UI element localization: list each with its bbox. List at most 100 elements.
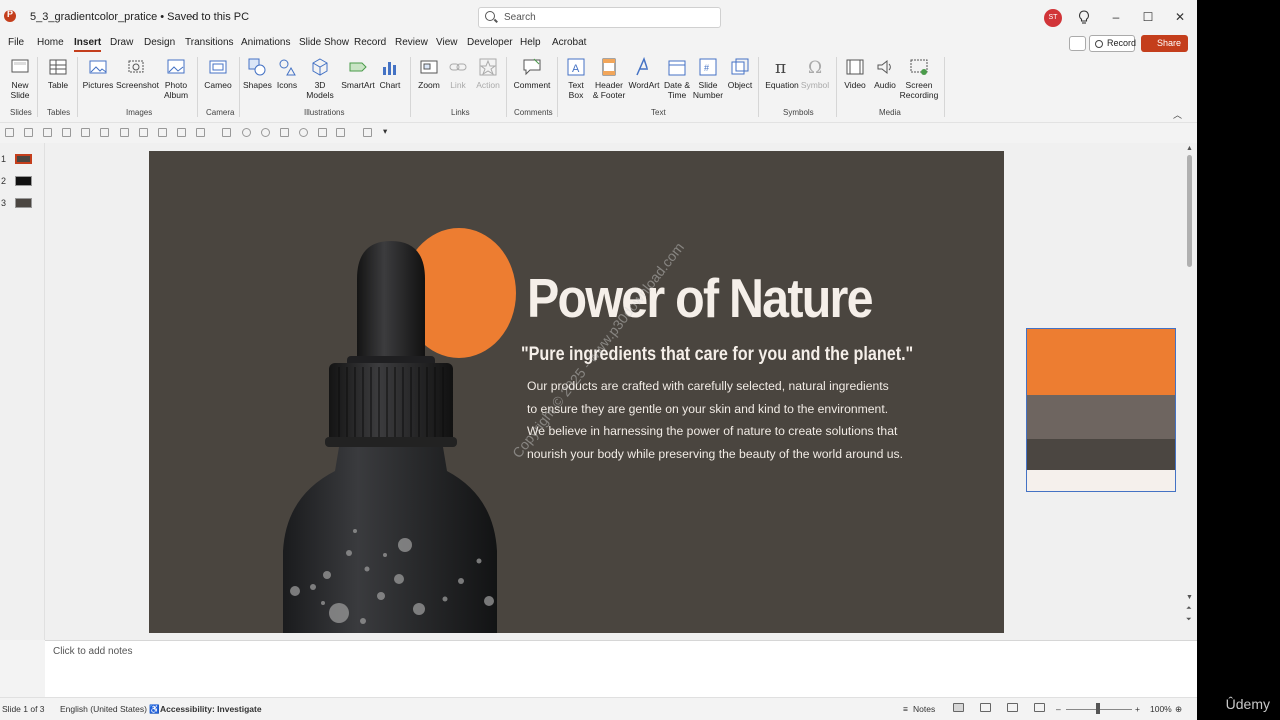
zoom-button[interactable]: Zoom [417,57,441,90]
swatch-orange[interactable] [1027,329,1175,395]
share-button[interactable]: Share [1141,35,1188,52]
color-palette-shape[interactable] [1026,328,1176,492]
wordart-button[interactable]: WordArt [628,57,660,90]
shapes-button[interactable]: Shapes [243,57,272,90]
zoom-slider-thumb[interactable] [1096,703,1100,714]
slide-thumbnail-3[interactable] [15,198,32,208]
lightbulb-icon[interactable] [1078,10,1090,26]
scrollbar-thumb[interactable] [1187,155,1192,267]
search-input[interactable]: Search [478,7,721,28]
tab-view[interactable]: View [436,37,458,48]
smartart-button[interactable]: SmartArt [340,57,376,90]
tab-insert[interactable]: Insert [74,37,102,52]
bring-forward-icon[interactable] [196,128,205,137]
group-icon[interactable] [158,128,167,137]
comments-button[interactable] [1069,36,1086,51]
slideshow-icon[interactable] [1034,703,1045,712]
swatch-dark-brown[interactable] [1027,439,1175,470]
close-button[interactable]: ✕ [1170,8,1190,26]
swatch-cream[interactable] [1027,470,1175,491]
tab-developer[interactable]: Developer [467,37,513,48]
cameo-button[interactable]: Cameo [204,57,232,90]
notes-toggle[interactable]: Notes [913,704,935,714]
notes-pane[interactable]: Click to add notes [45,640,1197,697]
notes-icon[interactable]: ≡ [903,704,908,714]
document-title[interactable]: 5_3_gradientcolor_pratice • Saved to thi… [30,11,249,23]
maximize-button[interactable]: ☐ [1138,8,1158,26]
align-right-icon[interactable] [100,128,109,137]
video-button[interactable]: Video [843,57,867,90]
slide-sorter-icon[interactable] [980,703,991,712]
align-left-icon[interactable] [5,128,14,137]
audio-button[interactable]: Audio [873,57,897,90]
tab-acrobat[interactable]: Acrobat [552,37,586,48]
tab-transitions[interactable]: Transitions [185,37,234,48]
tab-home[interactable]: Home [37,37,64,48]
flip-icon[interactable] [318,128,327,137]
record-button[interactable]: Record [1089,35,1136,52]
minimize-button[interactable]: – [1106,8,1126,26]
screen-recording-button[interactable]: Screen Recording [899,57,939,100]
align-bottom-icon[interactable] [24,128,33,137]
date-time-button[interactable]: Date & Time [662,57,692,100]
previous-slide-icon[interactable]: ⏶ [1186,605,1192,613]
tab-design[interactable]: Design [144,37,175,48]
align-top-icon[interactable] [81,128,90,137]
language-indicator[interactable]: English (United States) [60,704,147,714]
object-button[interactable]: Object [726,57,754,90]
comment-button[interactable]: Comment [513,57,551,90]
zoom-out-icon[interactable]: – [1056,704,1061,714]
tab-slide-show[interactable]: Slide Show [299,37,349,48]
align-center-icon[interactable] [43,128,52,137]
slide-thumbnail-2[interactable] [15,176,32,186]
eyedropper-icon[interactable] [280,128,289,137]
tab-file[interactable]: File [8,37,24,48]
accessibility-icon[interactable]: ♿ [149,704,160,715]
equation-button[interactable]: π Equation [764,57,800,90]
symbol-button[interactable]: Ω Symbol [800,57,830,90]
slide-thumbnail-1[interactable] [15,154,32,164]
3d-models-button[interactable]: 3D Models [303,57,337,100]
accessibility-status[interactable]: Accessibility: Investigate [160,704,262,714]
distribute-vertical-icon[interactable] [139,128,148,137]
icons-button[interactable]: Icons [276,57,298,90]
collapse-ribbon-icon[interactable]: ︿ [1173,108,1182,121]
shape-icon[interactable] [336,128,345,137]
tab-animations[interactable]: Animations [241,37,290,48]
next-slide-icon[interactable]: ⏷ [1186,616,1192,624]
header-footer-button[interactable]: Header & Footer [592,57,626,100]
table-button[interactable]: Table [46,57,70,90]
outline-icon[interactable] [261,128,270,137]
fill-icon[interactable] [242,128,251,137]
pictures-button[interactable]: Pictures [82,57,114,90]
scroll-up-icon[interactable]: ▲ [1186,145,1193,152]
powerpoint-logo-icon[interactable] [4,9,16,22]
scroll-down-icon[interactable]: ▼ [1186,594,1193,601]
reading-view-icon[interactable] [1007,703,1018,712]
tab-help[interactable]: Help [520,37,541,48]
zoom-in-icon[interactable]: + [1135,704,1140,714]
text-box-button[interactable]: A Text Box [563,57,589,100]
tab-record[interactable]: Record [354,37,386,48]
customize-toolbar-icon[interactable]: ▾ [383,126,387,137]
swatch-taupe[interactable] [1027,395,1175,439]
link-button[interactable]: Link [447,57,469,90]
photo-album-button[interactable]: Photo Album [160,57,192,100]
distribute-icon[interactable] [120,128,129,137]
tab-draw[interactable]: Draw [110,37,133,48]
rotate-icon[interactable] [299,128,308,137]
slide-number-button[interactable]: # Slide Number [692,57,724,100]
avatar[interactable]: ST [1044,9,1062,27]
screenshot-button[interactable]: Screenshot [116,57,159,90]
slide-title[interactable]: Power of Nature [527,266,873,330]
vertical-scrollbar[interactable]: ▲ ▼ ⏶ ⏷ [1183,145,1195,627]
slide-canvas[interactable]: Power of Nature "Pure ingredients that c… [149,151,1004,633]
fit-slide-icon[interactable]: ⊕ [1175,704,1182,715]
new-slide-button[interactable]: New Slide [6,57,34,100]
normal-view-icon[interactable] [953,703,964,712]
chart-button[interactable]: Chart [378,57,402,90]
pen-icon[interactable] [363,128,372,137]
tab-review[interactable]: Review [395,37,428,48]
align-middle-icon[interactable] [62,128,71,137]
chevron-down-icon[interactable]: ⌄ [189,10,197,21]
